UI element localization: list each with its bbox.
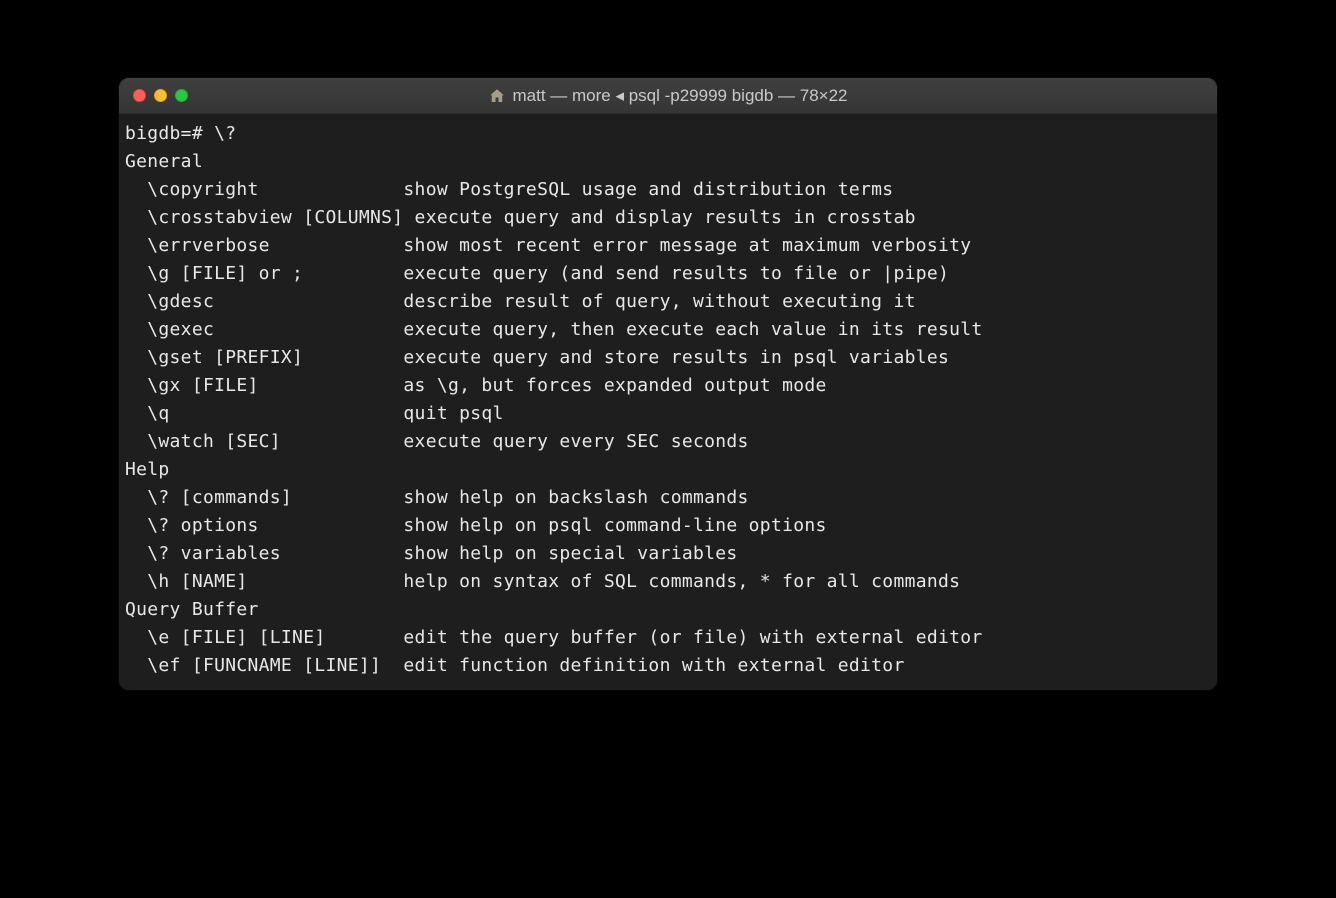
- close-button[interactable]: [133, 89, 146, 102]
- terminal-window: matt — more ◂ psql -p29999 bigdb — 78×22…: [119, 78, 1217, 690]
- terminal-line: \? options show help on psql command-lin…: [125, 512, 1211, 540]
- terminal-line: \ef [FUNCNAME [LINE]] edit function defi…: [125, 652, 1211, 680]
- maximize-button[interactable]: [175, 89, 188, 102]
- terminal-line: \copyright show PostgreSQL usage and dis…: [125, 176, 1211, 204]
- home-icon: [488, 87, 506, 105]
- terminal-line: \g [FILE] or ; execute query (and send r…: [125, 260, 1211, 288]
- traffic-lights: [133, 89, 188, 102]
- terminal-content[interactable]: bigdb=# \? General \copyright show Postg…: [119, 114, 1217, 690]
- terminal-line: \h [NAME] help on syntax of SQL commands…: [125, 568, 1211, 596]
- terminal-line: \gset [PREFIX] execute query and store r…: [125, 344, 1211, 372]
- titlebar[interactable]: matt — more ◂ psql -p29999 bigdb — 78×22: [119, 78, 1217, 114]
- window-title-container: matt — more ◂ psql -p29999 bigdb — 78×22: [119, 86, 1217, 106]
- terminal-line: \watch [SEC] execute query every SEC sec…: [125, 428, 1211, 456]
- terminal-line: \errverbose show most recent error messa…: [125, 232, 1211, 260]
- terminal-line: \? [commands] show help on backslash com…: [125, 484, 1211, 512]
- terminal-line: \gdesc describe result of query, without…: [125, 288, 1211, 316]
- terminal-line: \? variables show help on special variab…: [125, 540, 1211, 568]
- terminal-line: \e [FILE] [LINE] edit the query buffer (…: [125, 624, 1211, 652]
- terminal-line: \gexec execute query, then execute each …: [125, 316, 1211, 344]
- terminal-line: General: [125, 148, 1211, 176]
- terminal-line: Query Buffer: [125, 596, 1211, 624]
- minimize-button[interactable]: [154, 89, 167, 102]
- terminal-line: \gx [FILE] as \g, but forces expanded ou…: [125, 372, 1211, 400]
- terminal-line: bigdb=# \?: [125, 120, 1211, 148]
- terminal-line: \crosstabview [COLUMNS] execute query an…: [125, 204, 1211, 232]
- window-title: matt — more ◂ psql -p29999 bigdb — 78×22: [512, 86, 847, 106]
- terminal-line: \q quit psql: [125, 400, 1211, 428]
- terminal-line: Help: [125, 456, 1211, 484]
